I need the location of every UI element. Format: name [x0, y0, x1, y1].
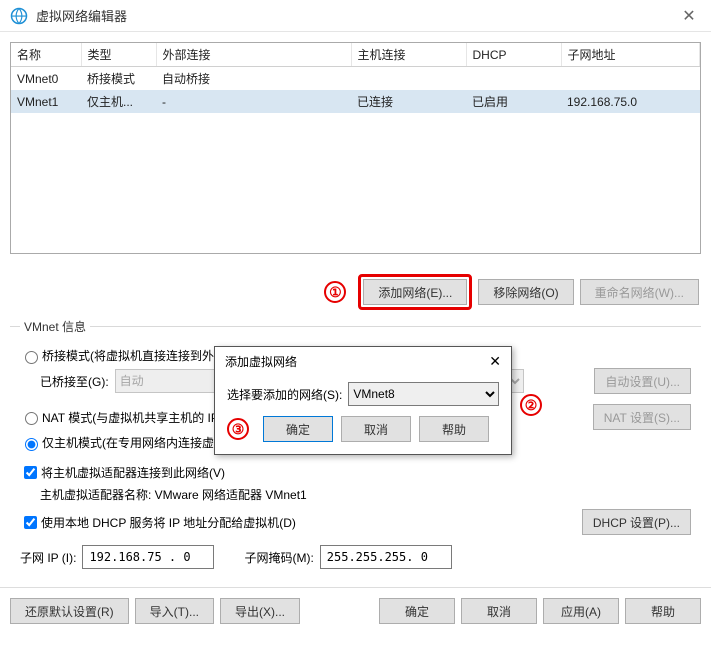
bridge-to-label: 已桥接至(G):: [40, 373, 109, 390]
subnet-ip-input[interactable]: [82, 545, 214, 569]
adapter-name: 主机虚拟适配器名称: VMware 网络适配器 VMnet1: [40, 486, 307, 503]
nat-radio[interactable]: [25, 412, 38, 425]
col-type[interactable]: 类型: [81, 43, 156, 67]
col-dhcp[interactable]: DHCP: [466, 43, 561, 67]
dialog-select-label: 选择要添加的网络(S):: [227, 386, 342, 403]
add-network-dialog: 添加虚拟网络 ✕ 选择要添加的网络(S): VMnet8 ③ 确定 取消 帮助: [214, 346, 512, 455]
dialog-ok-button[interactable]: 确定: [263, 416, 333, 442]
close-icon[interactable]: ✕: [677, 6, 701, 26]
app-icon: [10, 7, 28, 25]
annotation-frame-1: 添加网络(E)...: [358, 274, 472, 310]
rename-network-button[interactable]: 重命名网络(W)...: [580, 279, 699, 305]
col-name[interactable]: 名称: [11, 43, 81, 67]
annotation-3: ③: [227, 418, 249, 440]
annotation-1: ①: [324, 281, 346, 303]
network-table[interactable]: 名称 类型 外部连接 主机连接 DHCP 子网地址 VMnet0 桥接模式 自动…: [10, 42, 701, 254]
dialog-close-icon[interactable]: ✕: [489, 353, 501, 370]
apply-button[interactable]: 应用(A): [543, 598, 619, 624]
nat-settings-button[interactable]: NAT 设置(S)...: [593, 404, 691, 430]
help-button[interactable]: 帮助: [625, 598, 701, 624]
vmnet-info-legend: VMnet 信息: [20, 318, 90, 335]
connect-host-checkbox[interactable]: [24, 466, 37, 479]
ok-button[interactable]: 确定: [379, 598, 455, 624]
bottom-bar: 还原默认设置(R) 导入(T)... 导出(X)... 确定 取消 应用(A) …: [0, 587, 711, 634]
connect-host-label: 将主机虚拟适配器连接到此网络(V): [41, 464, 225, 481]
hostonly-radio[interactable]: [25, 438, 38, 451]
auto-settings-button[interactable]: 自动设置(U)...: [594, 368, 691, 394]
subnet-mask-input[interactable]: [320, 545, 452, 569]
col-host[interactable]: 主机连接: [351, 43, 466, 67]
remove-network-button[interactable]: 移除网络(O): [478, 279, 573, 305]
bridge-radio[interactable]: [25, 351, 38, 364]
dialog-cancel-button[interactable]: 取消: [341, 416, 411, 442]
restore-button[interactable]: 还原默认设置(R): [10, 598, 129, 624]
dialog-help-button[interactable]: 帮助: [419, 416, 489, 442]
dhcp-settings-button[interactable]: DHCP 设置(P)...: [582, 509, 691, 535]
use-dhcp-label: 使用本地 DHCP 服务将 IP 地址分配给虚拟机(D): [41, 514, 296, 531]
subnet-ip-label: 子网 IP (I):: [20, 549, 76, 566]
dialog-title: 添加虚拟网络: [225, 353, 297, 370]
subnet-mask-label: 子网掩码(M):: [244, 549, 313, 566]
export-button[interactable]: 导出(X)...: [220, 598, 300, 624]
cancel-button[interactable]: 取消: [461, 598, 537, 624]
table-row[interactable]: VMnet0 桥接模式 自动桥接: [11, 67, 700, 91]
col-subnet[interactable]: 子网地址: [561, 43, 700, 67]
titlebar: 虚拟网络编辑器 ✕: [0, 0, 711, 32]
use-dhcp-checkbox[interactable]: [24, 516, 37, 529]
import-button[interactable]: 导入(T)...: [135, 598, 214, 624]
add-network-button[interactable]: 添加网络(E)...: [363, 279, 467, 305]
annotation-2: ②: [520, 394, 542, 416]
window-title: 虚拟网络编辑器: [36, 6, 677, 25]
dialog-network-select[interactable]: VMnet8: [348, 382, 499, 406]
col-ext[interactable]: 外部连接: [156, 43, 351, 67]
table-row[interactable]: VMnet1 仅主机... - 已连接 已启用 192.168.75.0: [11, 90, 700, 113]
